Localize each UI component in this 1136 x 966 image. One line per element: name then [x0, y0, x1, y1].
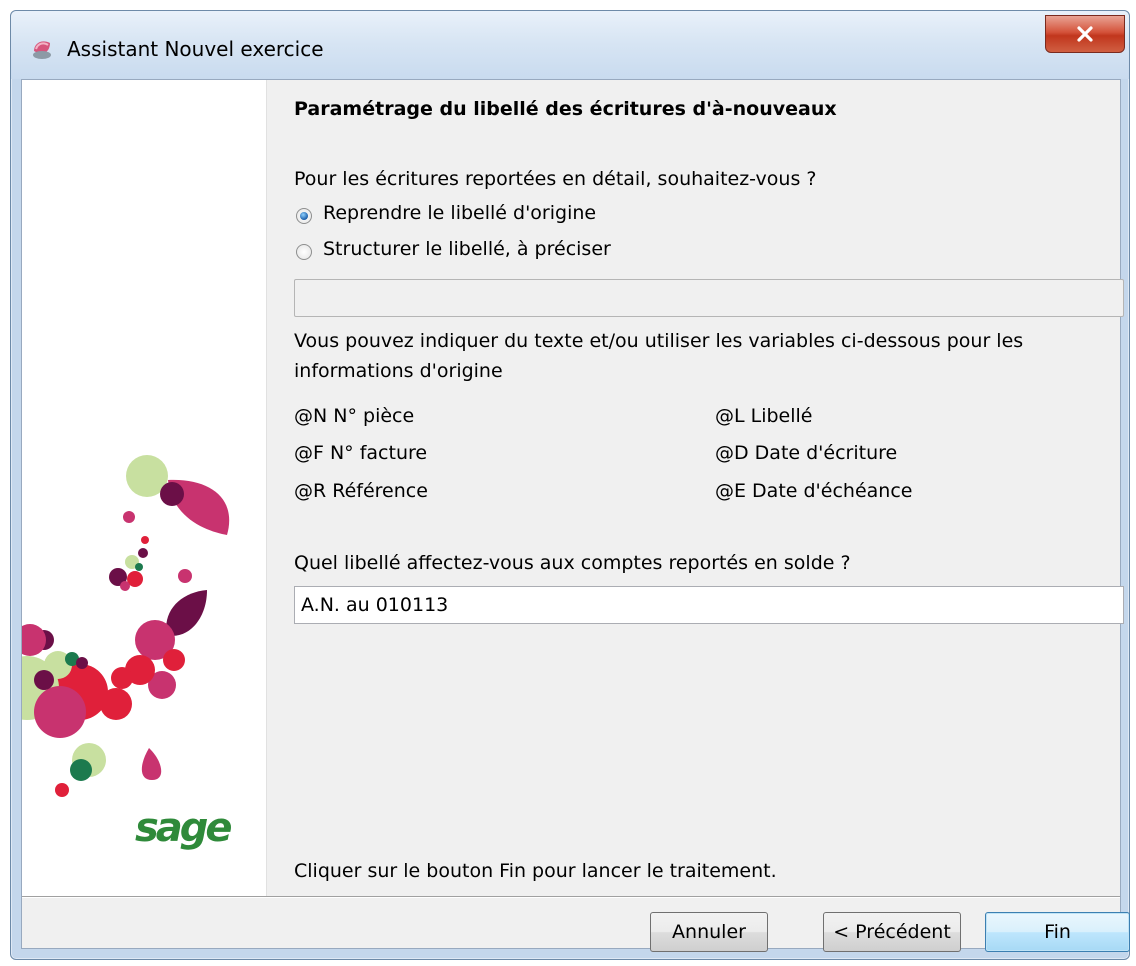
footer-divider: [22, 896, 1120, 898]
main-panel: Paramétrage du libellé des écritures d'à…: [267, 80, 1124, 896]
variable-item: @E Date d'échéance: [715, 480, 913, 502]
decorative-petals-image: [22, 455, 230, 797]
variable-item: @L Libellé: [715, 405, 813, 427]
close-icon: [1077, 26, 1093, 42]
previous-button[interactable]: < Précédent: [823, 912, 961, 952]
side-panel: sage: [22, 80, 267, 896]
close-button[interactable]: [1045, 15, 1125, 53]
help-text-line1: Vous pouvez indiquer du texte et/ou util…: [294, 330, 1024, 352]
variable-item: @R Référence: [294, 480, 428, 502]
radio-label: Reprendre le libellé d'origine: [323, 202, 597, 224]
balance-question: Quel libellé affectez-vous aux comptes r…: [294, 552, 851, 574]
radio-label: Structurer le libellé, à préciser: [323, 238, 611, 260]
cancel-button[interactable]: Annuler: [650, 912, 768, 952]
dialog-window: Assistant Nouvel exercice sage Paramétra…: [10, 10, 1130, 960]
app-icon: [33, 41, 51, 59]
dialog-body: sage Paramétrage du libellé des écriture…: [21, 79, 1130, 952]
variable-item: @D Date d'écriture: [715, 442, 898, 464]
window-title: Assistant Nouvel exercice: [67, 37, 324, 61]
page-title: Paramétrage du libellé des écritures d'à…: [294, 98, 837, 120]
radio-option-structured-label[interactable]: Structurer le libellé, à préciser: [294, 238, 694, 264]
radio-option-original-label[interactable]: Reprendre le libellé d'origine: [294, 202, 694, 228]
structured-label-input[interactable]: [294, 279, 1124, 317]
variable-item: @N N° pièce: [294, 405, 415, 427]
sage-logo: sage: [135, 805, 233, 851]
balance-label-input[interactable]: [294, 586, 1124, 624]
variable-item: @F N° facture: [294, 442, 428, 464]
radio-button-checked[interactable]: [296, 208, 312, 224]
finish-button[interactable]: Fin: [985, 912, 1130, 952]
radio-button-unchecked[interactable]: [296, 244, 312, 260]
detail-question: Pour les écritures reportées en détail, …: [294, 168, 817, 190]
help-text-line2: informations d'origine: [294, 360, 503, 382]
footer-hint: Cliquer sur le bouton Fin pour lancer le…: [294, 860, 777, 882]
title-bar[interactable]: Assistant Nouvel exercice: [11, 11, 1129, 79]
